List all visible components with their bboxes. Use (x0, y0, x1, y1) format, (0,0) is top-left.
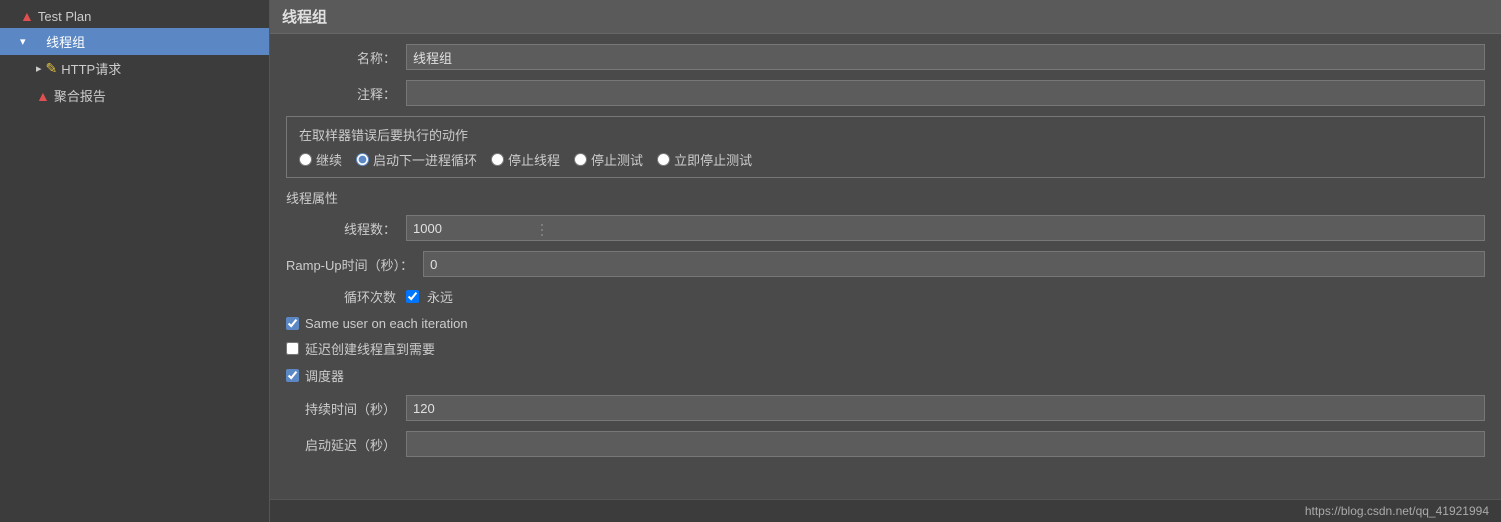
radio-stop-test-now[interactable]: 立即停止测试 (657, 150, 752, 169)
http-icon: ✎ (46, 60, 58, 77)
duration-row: 持续时间（秒） (286, 395, 1485, 421)
same-user-checkbox[interactable] (286, 317, 299, 330)
sidebar-item-test-plan[interactable]: ▲ Test Plan (0, 4, 269, 28)
startup-delay-row: 启动延迟（秒） (286, 431, 1485, 457)
sidebar-item-http-request[interactable]: ▸ ✎ HTTP请求 (0, 55, 269, 82)
radio-continue[interactable]: 继续 (299, 150, 342, 169)
delay-thread-checkbox[interactable] (286, 342, 299, 355)
radio-stop-test-label: 停止测试 (591, 150, 643, 169)
sidebar-item-label: 线程组 (46, 32, 85, 51)
thread-count-row: 线程数： (286, 215, 1485, 241)
duration-input[interactable] (406, 395, 1485, 421)
forever-checkbox[interactable] (406, 290, 419, 303)
scheduler-checkbox[interactable] (286, 369, 299, 382)
sidebar: ▲ Test Plan ▾ ⚙ 线程组 ▸ ✎ HTTP请求 ▲ 聚合报告 (0, 0, 270, 522)
delay-thread-label[interactable]: 延迟创建线程直到需要 (305, 339, 435, 358)
comment-input[interactable] (406, 80, 1485, 106)
error-section-title: 在取样器错误后要执行的动作 (299, 125, 1472, 144)
delay-thread-row: 延迟创建线程直到需要 (286, 339, 1485, 358)
report-icon: ▲ (36, 88, 50, 104)
name-input[interactable] (406, 44, 1485, 70)
page-title: 线程组 (270, 0, 1501, 34)
comment-label: 注释： (286, 84, 406, 103)
sidebar-item-aggregate-report[interactable]: ▲ 聚合报告 (0, 82, 269, 109)
ramp-up-input[interactable] (423, 251, 1485, 277)
loop-count-row: 循环次数 永远 (286, 287, 1485, 306)
error-action-section: 在取样器错误后要执行的动作 继续 启动下一进程循环 停止线程 (286, 116, 1485, 178)
loop-controls: 永远 (406, 287, 453, 306)
bottom-bar: https://blog.csdn.net/qq_41921994 (270, 499, 1501, 522)
startup-delay-input[interactable] (406, 431, 1485, 457)
thread-count-label: 线程数： (286, 219, 406, 238)
scheduler-row: 调度器 (286, 366, 1485, 385)
error-radio-group: 继续 启动下一进程循环 停止线程 停止测试 (299, 150, 1472, 169)
radio-stop-test[interactable]: 停止测试 (574, 150, 643, 169)
same-user-row: Same user on each iteration (286, 316, 1485, 331)
name-row: 名称： (286, 44, 1485, 70)
form-area: 名称： 注释： 在取样器错误后要执行的动作 继续 启动下一进 (270, 34, 1501, 499)
arrow-icon: ▸ (36, 62, 42, 75)
radio-start-next[interactable]: 启动下一进程循环 (356, 150, 477, 169)
thread-count-input[interactable] (406, 215, 1485, 241)
startup-delay-label: 启动延迟（秒） (286, 435, 406, 454)
arrow-icon: ▾ (20, 35, 26, 48)
sidebar-item-label: Test Plan (38, 9, 91, 24)
radio-stop-thread[interactable]: 停止线程 (491, 150, 560, 169)
bottom-url: https://blog.csdn.net/qq_41921994 (1305, 504, 1489, 518)
content-wrapper: 线程组 名称： 注释： 在取样器错误后要执行的动作 继续 (270, 0, 1501, 522)
name-label: 名称： (286, 48, 406, 67)
sidebar-item-thread-group[interactable]: ▾ ⚙ 线程组 (0, 28, 269, 55)
scheduler-label[interactable]: 调度器 (305, 366, 344, 385)
ramp-up-row: Ramp-Up时间（秒）： (286, 251, 1485, 277)
radio-continue-label: 继续 (316, 150, 342, 169)
comment-row: 注释： (286, 80, 1485, 106)
loop-label: 循环次数 (286, 287, 406, 306)
duration-label: 持续时间（秒） (286, 399, 406, 418)
divider-handle[interactable] (539, 200, 545, 260)
thread-props-title: 线程属性 (286, 188, 1485, 207)
radio-stop-thread-label: 停止线程 (508, 150, 560, 169)
testplan-icon: ▲ (20, 8, 34, 24)
ramp-up-label: Ramp-Up时间（秒）： (286, 255, 423, 274)
sidebar-item-label: HTTP请求 (61, 59, 121, 78)
radio-stop-test-now-label: 立即停止测试 (674, 150, 752, 169)
sidebar-item-label: 聚合报告 (54, 86, 106, 105)
same-user-label[interactable]: Same user on each iteration (305, 316, 468, 331)
main-content: 线程组 名称： 注释： 在取样器错误后要执行的动作 继续 (270, 0, 1501, 522)
forever-label[interactable]: 永远 (427, 287, 453, 306)
radio-start-next-label: 启动下一进程循环 (373, 150, 477, 169)
thread-icon: ⚙ (30, 33, 43, 50)
